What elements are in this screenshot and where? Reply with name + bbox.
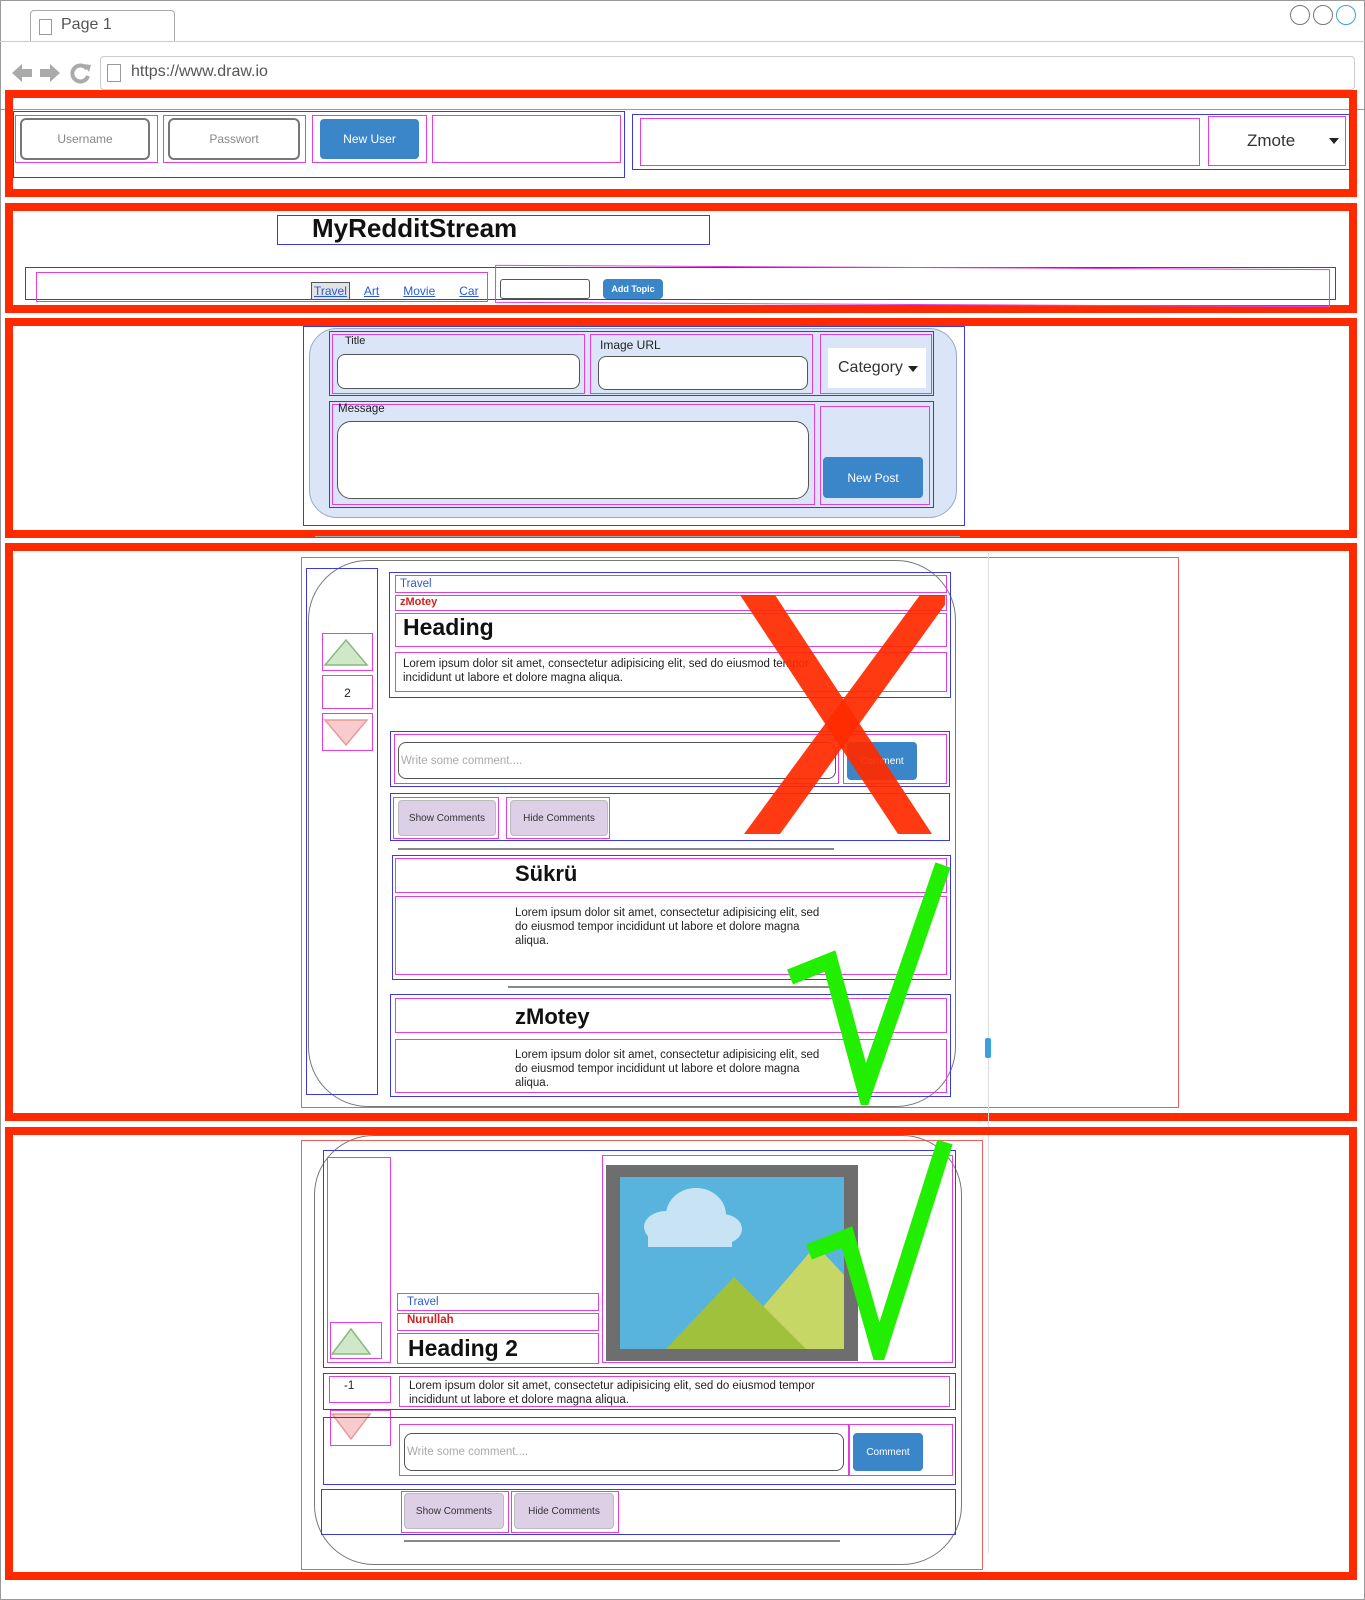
post1-comment-placeholder: Write some comment....	[401, 754, 523, 767]
post1-heading: Heading	[403, 614, 494, 640]
tab-bar-line	[0, 41, 1365, 42]
forward-icon[interactable]	[38, 62, 62, 84]
post1-hide-comments-button[interactable]: Hide Comments	[510, 800, 608, 836]
form-divider	[315, 536, 960, 537]
reject-x-icon	[740, 595, 945, 834]
post1-show-comments-button[interactable]: Show Comments	[398, 800, 496, 836]
url-text: https://www.draw.io	[131, 63, 268, 80]
close-icon[interactable]	[1336, 5, 1356, 25]
post2-bottom-divider	[404, 1540, 840, 1542]
window-controls[interactable]	[1290, 5, 1360, 29]
chevron-down-icon	[908, 366, 918, 372]
topic-link-art[interactable]: Art	[364, 284, 379, 298]
user-dropdown-value: Zmote	[1247, 131, 1296, 150]
post2-author[interactable]: Nurullah	[407, 1314, 454, 1326]
tab-title: Page 1	[61, 16, 112, 33]
post2-comment-button[interactable]: Comment	[853, 1433, 923, 1471]
post2-category[interactable]: Travel	[407, 1296, 439, 1308]
message-label: Message	[338, 403, 385, 415]
post2-heading: Heading 2	[408, 1335, 518, 1361]
chevron-down-icon	[1329, 138, 1339, 144]
password-field[interactable]: Passwort	[168, 118, 300, 160]
url-bar[interactable]: https://www.draw.io	[100, 56, 1355, 90]
new-post-button[interactable]: New Post	[823, 457, 923, 498]
comment-2-author: zMotey	[515, 1004, 590, 1029]
comment-1-author: Sükrü	[515, 861, 578, 886]
empty-header-cell	[432, 115, 621, 163]
back-icon[interactable]	[10, 62, 34, 84]
page-icon	[39, 19, 52, 35]
downvote-arrow-icon[interactable]	[323, 717, 369, 747]
scroll-marker[interactable]	[985, 1038, 991, 1058]
post2-comment-placeholder: Write some comment....	[407, 1446, 529, 1458]
header-spacer	[640, 118, 1200, 166]
topic-link-car[interactable]: Car	[459, 284, 478, 298]
upvote-arrow-icon[interactable]	[323, 637, 369, 667]
topic-links: Travel Art Movie Car	[311, 280, 479, 302]
category-dropdown[interactable]: Category	[828, 348, 926, 388]
approve-check-icon	[806, 1140, 953, 1360]
reload-icon[interactable]	[68, 61, 92, 85]
minimize-icon[interactable]	[1290, 5, 1310, 25]
message-textarea[interactable]	[337, 421, 809, 499]
post2-body: Lorem ipsum dolor sit amet, consectetur …	[409, 1380, 815, 1406]
new-user-button[interactable]: New User	[320, 119, 419, 159]
image-url-input[interactable]	[598, 356, 808, 390]
username-field[interactable]: Username	[20, 118, 150, 160]
post2-vote-count: -1	[344, 1380, 355, 1392]
title-label: Title	[345, 335, 366, 347]
maximize-icon[interactable]	[1313, 5, 1333, 25]
title-input[interactable]	[337, 354, 580, 389]
document-icon	[107, 64, 121, 82]
image-url-label: Image URL	[600, 338, 661, 352]
post1-author[interactable]: zMotey	[400, 596, 437, 608]
category-label: Category	[838, 359, 903, 376]
site-title: MyRedditStream	[312, 213, 518, 243]
post1-category[interactable]: Travel	[400, 578, 432, 590]
topic-link-movie[interactable]: Movie	[403, 284, 435, 298]
post2-hide-comments-button[interactable]: Hide Comments	[514, 1493, 614, 1529]
comments-divider	[398, 848, 834, 850]
post2-show-comments-button[interactable]: Show Comments	[404, 1493, 504, 1529]
upvote-arrow-icon[interactable]	[330, 1326, 376, 1356]
approve-check-icon	[787, 862, 951, 1105]
browser-tab[interactable]: Page 1	[30, 10, 175, 42]
topic-input[interactable]	[500, 279, 590, 299]
post2-comment-input[interactable]: Write some comment....	[404, 1433, 844, 1471]
topic-link-travel[interactable]: Travel	[311, 282, 350, 300]
post2-vote-count-cell	[329, 1376, 391, 1403]
user-dropdown[interactable]: Zmote	[1208, 116, 1346, 166]
post1-vote-count: 2	[344, 686, 351, 700]
add-topic-button[interactable]: Add Topic	[603, 279, 663, 299]
